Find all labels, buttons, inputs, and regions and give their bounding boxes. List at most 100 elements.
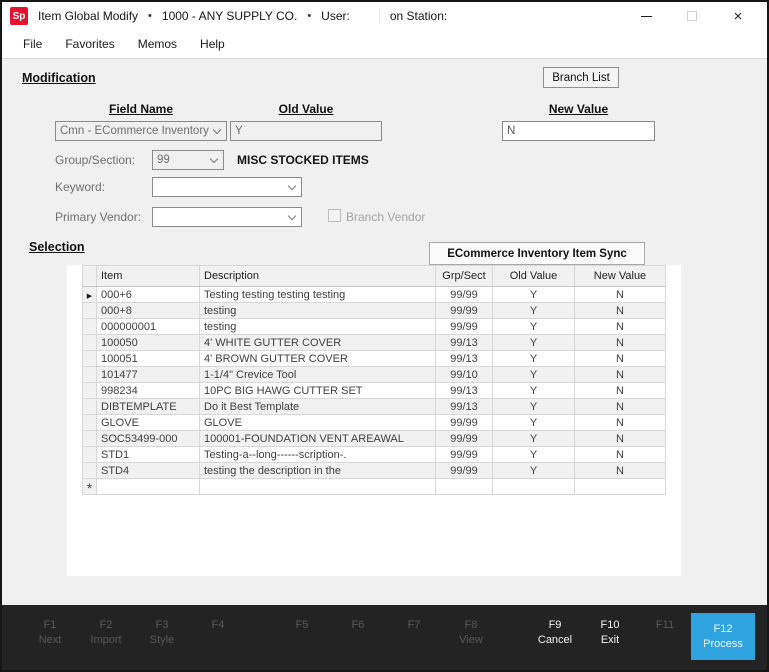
cell-description[interactable]: Testing testing testing testing [200,287,436,303]
cell-item[interactable]: DIBTEMPLATE [97,399,200,415]
cell-description[interactable]: 4' BROWN GUTTER COVER [200,351,436,367]
cell-item[interactable]: SOC53499-000 [97,431,200,447]
cell-old-value[interactable]: Y [493,335,575,351]
table-row[interactable]: 000+8testing99/99YN [83,303,666,319]
active-row-marker[interactable]: ▶ [83,287,97,303]
row-selector[interactable] [83,367,97,383]
column-header-new-value[interactable]: New Value [575,266,666,287]
fn-f12-process-button[interactable]: F12Process [691,613,755,660]
cell-new-value[interactable]: N [575,447,666,463]
cell-grp-sect[interactable]: 99/99 [436,303,493,319]
cell-old-value[interactable]: Y [493,367,575,383]
row-selector[interactable] [83,335,97,351]
branch-list-button[interactable]: Branch List [543,67,619,88]
row-selector[interactable] [83,303,97,319]
table-row[interactable]: 000000001testing99/99YN [83,319,666,335]
table-row[interactable]: STD1Testing-a--long------scription-.99/9… [83,447,666,463]
cell-description[interactable]: 100001-FOUNDATION VENT AREAWAL [200,431,436,447]
keyword-select[interactable] [152,177,302,197]
cell-description[interactable]: 10PC BIG HAWG CUTTER SET [200,383,436,399]
cell-item[interactable]: 998234 [97,383,200,399]
table-row[interactable]: DIBTEMPLATEDo it Best Template99/13YN [83,399,666,415]
fn-f9-cancel-button[interactable]: F9Cancel [527,619,583,647]
new-row-marker[interactable]: * [83,479,97,495]
table-row[interactable]: 1000514' BROWN GUTTER COVER99/13YN [83,351,666,367]
row-selector[interactable] [83,399,97,415]
cell-description[interactable]: 1-1/4" Crevice Tool [200,367,436,383]
cell-new-value[interactable]: N [575,367,666,383]
menu-help[interactable]: Help [197,35,228,53]
row-selector[interactable] [83,415,97,431]
table-row[interactable]: 1000504' WHITE GUTTER COVER99/13YN [83,335,666,351]
table-row[interactable]: 1014771-1/4" Crevice Tool99/10YN [83,367,666,383]
row-selector[interactable] [83,463,97,479]
cell-new-value[interactable]: N [575,303,666,319]
row-selector[interactable] [83,351,97,367]
cell-grp-sect[interactable]: 99/99 [436,431,493,447]
cell-old-value[interactable]: Y [493,351,575,367]
cell-item[interactable]: 000+8 [97,303,200,319]
old-value-input[interactable]: Y [230,121,382,141]
cell-description[interactable]: GLOVE [200,415,436,431]
column-header-description[interactable]: Description [200,266,436,287]
primary-vendor-select[interactable] [152,207,302,227]
table-row[interactable]: STD4testing the description in the99/99Y… [83,463,666,479]
field-name-select[interactable]: Cmn - ECommerce Inventory [55,121,227,141]
cell-description[interactable]: testing [200,303,436,319]
cell-old-value[interactable]: Y [493,383,575,399]
cell-item[interactable]: 101477 [97,367,200,383]
table-row[interactable]: SOC53499-000100001-FOUNDATION VENT AREAW… [83,431,666,447]
cell-old-value[interactable]: Y [493,415,575,431]
cell-grp-sect[interactable]: 99/99 [436,415,493,431]
cell-new-value[interactable] [575,479,666,495]
menu-memos[interactable]: Memos [135,35,180,53]
column-header-old-value[interactable]: Old Value [493,266,575,287]
new-row[interactable]: * [83,479,666,495]
cell-old-value[interactable] [493,479,575,495]
cell-new-value[interactable]: N [575,351,666,367]
cell-item[interactable]: 100050 [97,335,200,351]
table-row[interactable]: 99823410PC BIG HAWG CUTTER SET99/13YN [83,383,666,399]
cell-item[interactable]: 100051 [97,351,200,367]
cell-grp-sect[interactable]: 99/99 [436,319,493,335]
group-section-select[interactable]: 99 [152,150,224,170]
row-selector[interactable] [83,383,97,399]
cell-description[interactable]: Do it Best Template [200,399,436,415]
column-header-item[interactable]: Item [97,266,200,287]
cell-old-value[interactable]: Y [493,463,575,479]
new-value-input[interactable]: N [502,121,655,141]
cell-grp-sect[interactable]: 99/99 [436,463,493,479]
menu-favorites[interactable]: Favorites [62,35,117,53]
cell-description[interactable] [200,479,436,495]
cell-grp-sect[interactable]: 99/13 [436,383,493,399]
cell-old-value[interactable]: Y [493,319,575,335]
fn-f10-exit-button[interactable]: F10Exit [582,619,638,647]
column-header-grp-sect[interactable]: Grp/Sect [436,266,493,287]
cell-grp-sect[interactable]: 99/13 [436,399,493,415]
cell-item[interactable]: GLOVE [97,415,200,431]
cell-new-value[interactable]: N [575,415,666,431]
minimize-button[interactable] [623,2,669,30]
cell-grp-sect[interactable]: 99/99 [436,447,493,463]
cell-new-value[interactable]: N [575,319,666,335]
cell-old-value[interactable]: Y [493,287,575,303]
menu-file[interactable]: File [20,35,45,53]
cell-description[interactable]: 4' WHITE GUTTER COVER [200,335,436,351]
cell-description[interactable]: testing the description in the [200,463,436,479]
cell-grp-sect[interactable]: 99/13 [436,335,493,351]
cell-old-value[interactable]: Y [493,447,575,463]
cell-item[interactable]: 000000001 [97,319,200,335]
cell-old-value[interactable]: Y [493,399,575,415]
cell-new-value[interactable]: N [575,383,666,399]
row-selector[interactable] [83,431,97,447]
cell-grp-sect[interactable] [436,479,493,495]
cell-grp-sect[interactable]: 99/13 [436,351,493,367]
cell-new-value[interactable]: N [575,335,666,351]
cell-grp-sect[interactable]: 99/10 [436,367,493,383]
cell-new-value[interactable]: N [575,287,666,303]
cell-description[interactable]: Testing-a--long------scription-. [200,447,436,463]
cell-item[interactable]: STD4 [97,463,200,479]
close-button[interactable]: × [715,2,761,30]
cell-new-value[interactable]: N [575,399,666,415]
row-selector[interactable] [83,319,97,335]
